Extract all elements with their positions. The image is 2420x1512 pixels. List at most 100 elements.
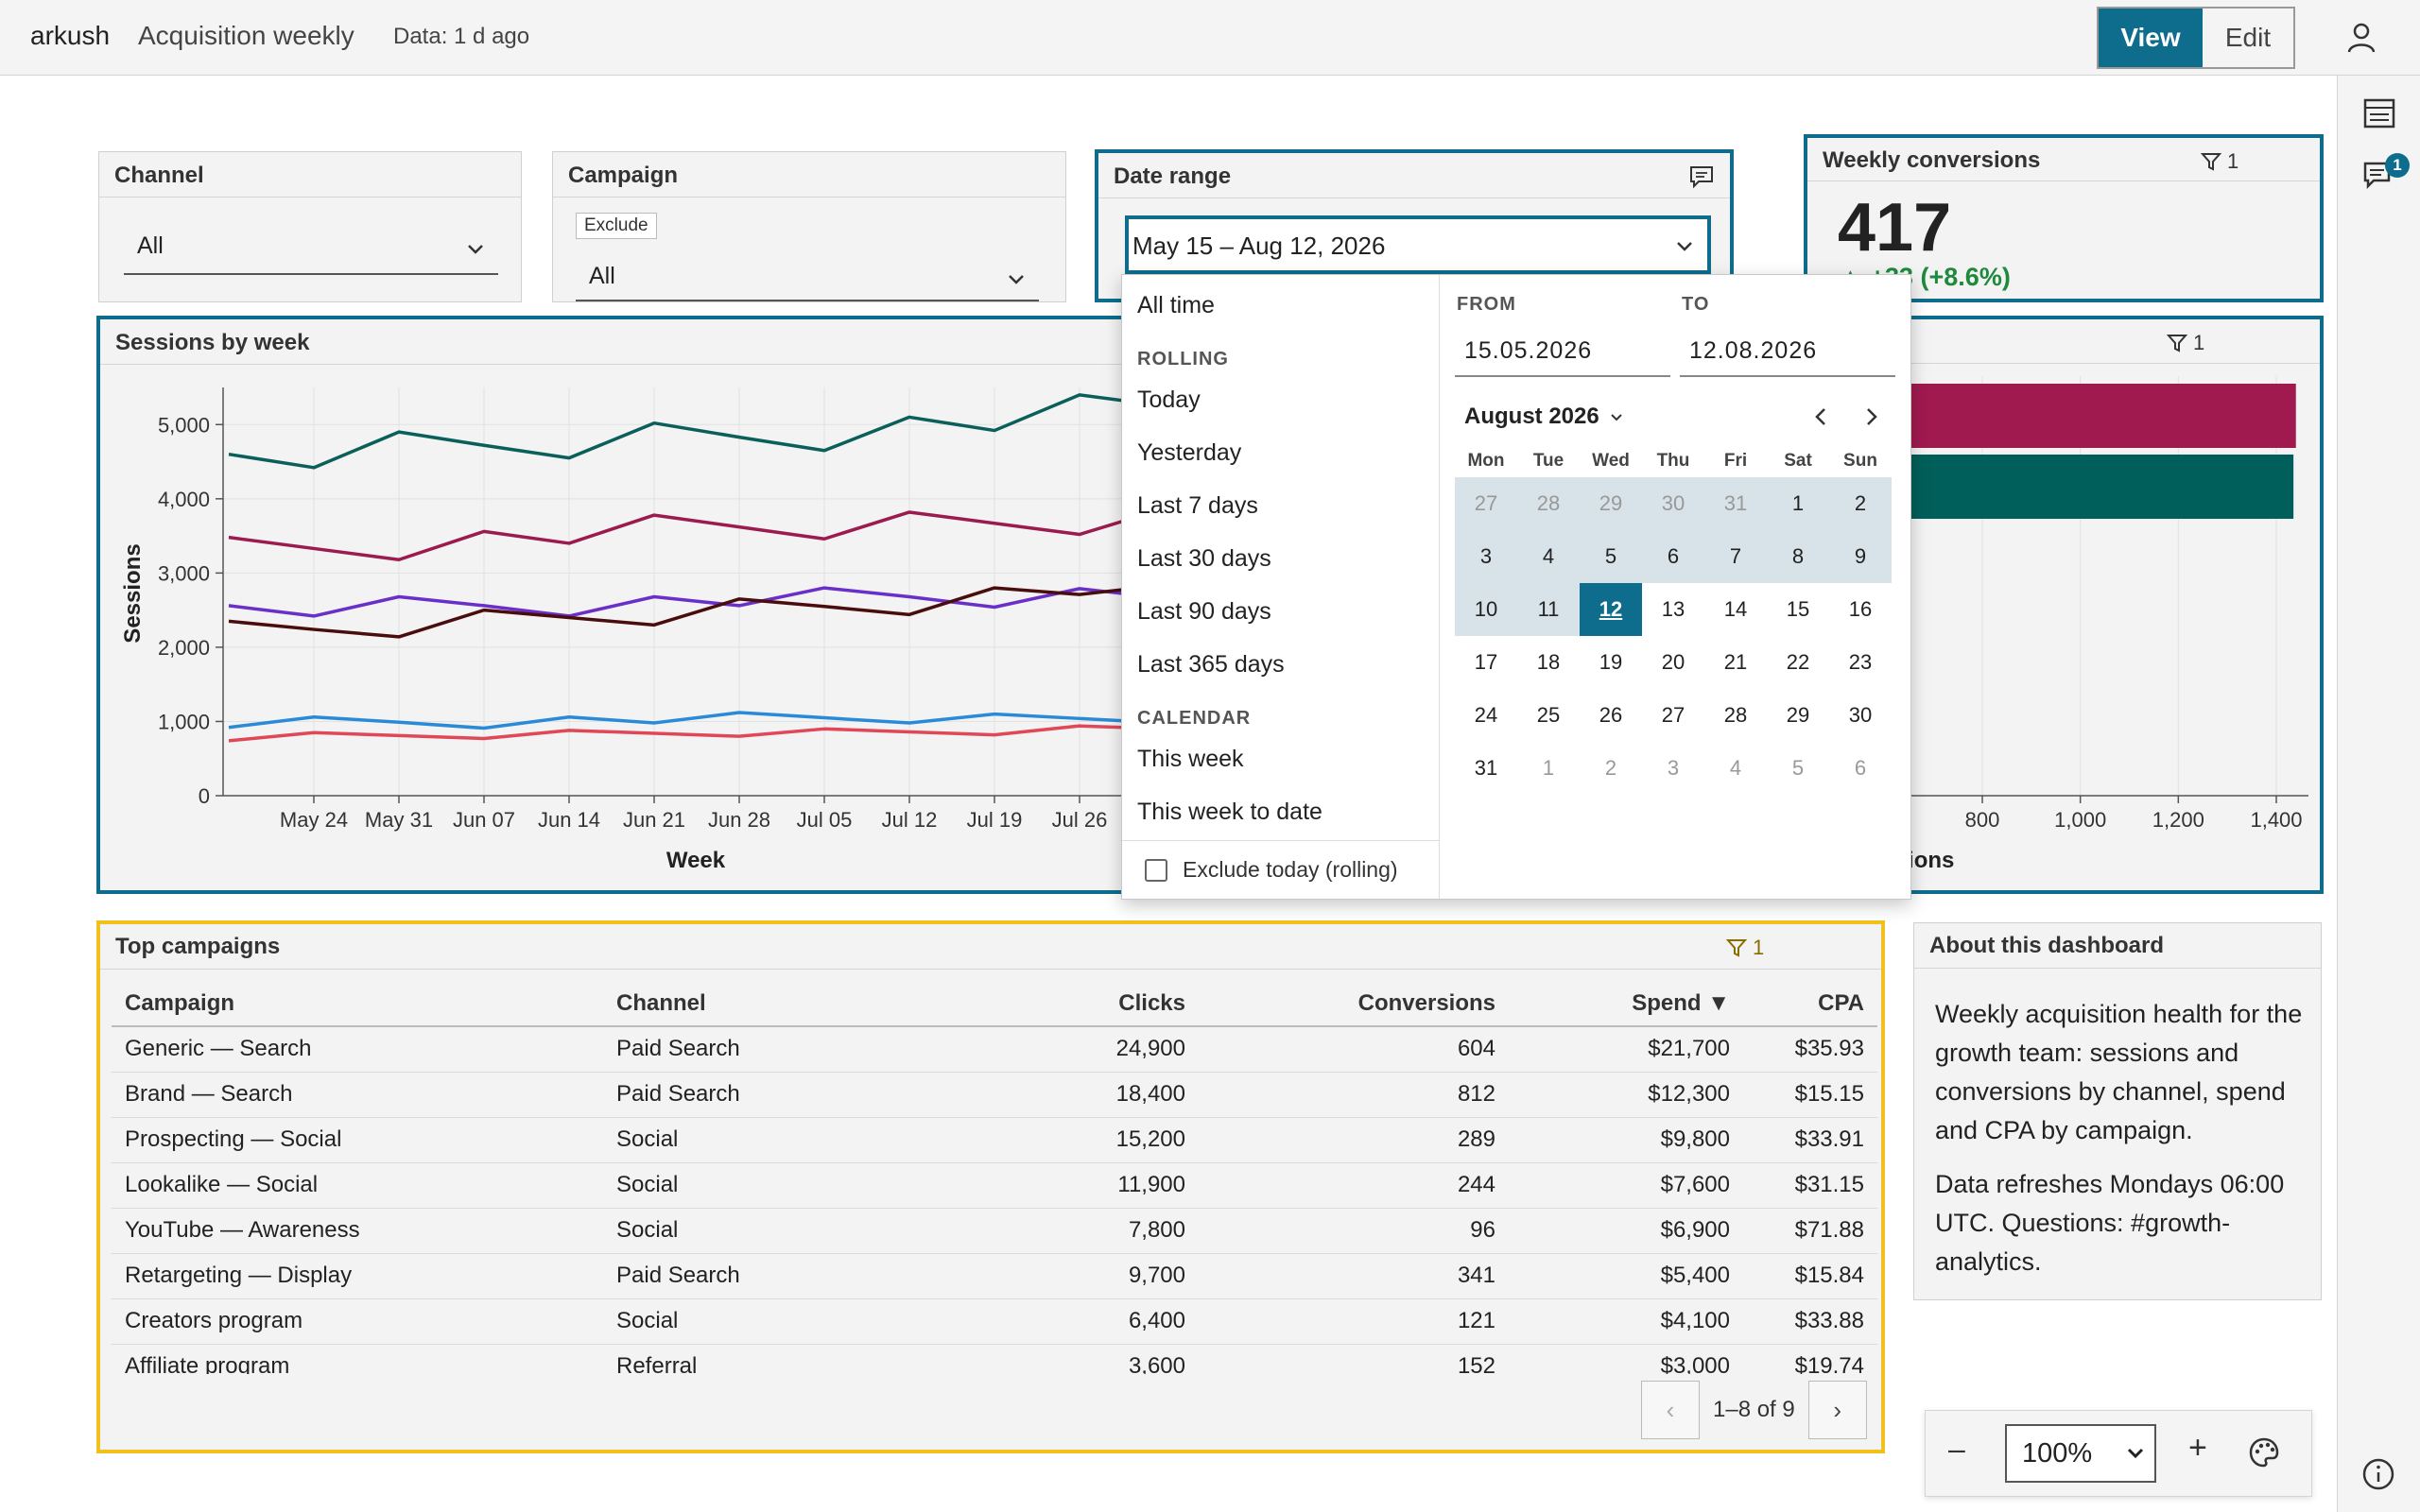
calendar-day[interactable]: 2	[1580, 742, 1642, 795]
col-campaign[interactable]: Campaign	[112, 981, 603, 1027]
preset-all-time[interactable]: All time	[1137, 292, 1215, 319]
preset-this-week[interactable]: This week	[1137, 746, 1244, 773]
zoom-out-button[interactable]: –	[1948, 1432, 1965, 1467]
campaign-select[interactable]: All	[576, 247, 1039, 301]
calendar-day[interactable]: 17	[1455, 636, 1517, 689]
calendar-day[interactable]: 28	[1517, 477, 1580, 530]
exclude-today-checkbox[interactable]	[1145, 859, 1167, 882]
to-date-input[interactable]: 12.08.2026	[1680, 324, 1895, 377]
from-label: FROM	[1457, 294, 1516, 315]
calendar-day[interactable]: 31	[1455, 742, 1517, 795]
calendar-day[interactable]: 29	[1767, 689, 1829, 742]
cell-campaign: Generic — Search	[112, 1026, 603, 1073]
calendar-day[interactable]: 26	[1580, 689, 1642, 742]
calendar-day[interactable]: 15	[1767, 583, 1829, 636]
preset-yesterday[interactable]: Yesterday	[1137, 439, 1241, 467]
calendar-day[interactable]: 22	[1767, 636, 1829, 689]
calendar-day[interactable]: 1	[1517, 742, 1580, 795]
calendar-day[interactable]: 29	[1580, 477, 1642, 530]
calendar-day[interactable]: 11	[1517, 583, 1580, 636]
table-row[interactable]: Affiliate program Referral 3,600 152 $3,000 $…	[112, 1344, 1877, 1374]
table-row[interactable]: Generic — Search Paid Search 24,900 604 $21,…	[112, 1026, 1877, 1073]
calendar-day[interactable]: 18	[1517, 636, 1580, 689]
zoom-select[interactable]: 100%	[2005, 1424, 2156, 1483]
view-button[interactable]: View	[2099, 9, 2203, 67]
bar-filter-indicator[interactable]: 1	[2167, 331, 2204, 355]
date-range-select[interactable]: May 15 – Aug 12, 2026	[1125, 215, 1711, 274]
previous-month-icon[interactable]	[1810, 405, 1833, 428]
col-cpa[interactable]: CPA	[1743, 981, 1877, 1027]
table-row[interactable]: Retargeting — Display Paid Search 9,700 341…	[112, 1253, 1877, 1299]
calendar-day[interactable]: 7	[1704, 530, 1767, 583]
calendar-day[interactable]: 24	[1455, 689, 1517, 742]
channel-select[interactable]: All	[124, 220, 498, 275]
channel-filter-title: Channel	[114, 163, 204, 188]
preset-last-7-days[interactable]: Last 7 days	[1137, 492, 1258, 520]
next-month-icon[interactable]	[1859, 405, 1882, 428]
prev-page-button[interactable]: ‹	[1641, 1381, 1700, 1439]
calendar-day[interactable]: 14	[1704, 583, 1767, 636]
calendar-day[interactable]: 6	[1829, 742, 1892, 795]
calendar-day[interactable]: 5	[1767, 742, 1829, 795]
calendar-day[interactable]: 27	[1642, 689, 1704, 742]
user-icon[interactable]	[2342, 19, 2380, 57]
palette-icon[interactable]	[2247, 1435, 2281, 1469]
calendar-day[interactable]: 3	[1455, 530, 1517, 583]
info-icon[interactable]	[2360, 1455, 2397, 1493]
preset-this-week-to-date[interactable]: This week to date	[1137, 799, 1322, 826]
calendar-day[interactable]: 31	[1704, 477, 1767, 530]
calendar-day[interactable]: 30	[1829, 689, 1892, 742]
calendar-day[interactable]: 19	[1580, 636, 1642, 689]
table-row[interactable]: YouTube — Awareness Social 7,800 96 $6,900 $7…	[112, 1208, 1877, 1254]
calendar-day[interactable]: 2	[1829, 477, 1892, 530]
calendar-day[interactable]: 23	[1829, 636, 1892, 689]
calendar-day[interactable]: 10	[1455, 583, 1517, 636]
calendar-day-selected[interactable]: 12	[1580, 583, 1642, 636]
calendar-day[interactable]: 16	[1829, 583, 1892, 636]
edit-button[interactable]: Edit	[2203, 9, 2293, 67]
preset-last-90-days[interactable]: Last 90 days	[1137, 598, 1271, 626]
table-row[interactable]: Lookalike — Social Social 11,900 244 $7,600 $…	[112, 1162, 1877, 1209]
month-selector[interactable]: August 2026	[1464, 404, 1624, 430]
col-conversions[interactable]: Conversions	[1199, 981, 1509, 1027]
cell-conversions: 341	[1199, 1253, 1509, 1299]
comment-icon[interactable]	[1688, 164, 1715, 189]
weekday-label: Tue	[1532, 451, 1564, 471]
brand-name[interactable]: arkush	[30, 21, 110, 51]
table-row[interactable]: Creators program Social 6,400 121 $4,100 $33.…	[112, 1298, 1877, 1345]
preset-last-365-days[interactable]: Last 365 days	[1137, 651, 1285, 679]
calendar-day[interactable]: 25	[1517, 689, 1580, 742]
table-row[interactable]: Brand — Search Paid Search 18,400 812 $12,30…	[112, 1072, 1877, 1118]
exclude-toggle[interactable]: Exclude	[576, 213, 657, 239]
calendar-day[interactable]: 30	[1642, 477, 1704, 530]
calendar-day[interactable]: 28	[1704, 689, 1767, 742]
calendar-day[interactable]: 1	[1767, 477, 1829, 530]
col-channel[interactable]: Channel	[603, 981, 953, 1027]
calendar-day[interactable]: 4	[1704, 742, 1767, 795]
about-body: Weekly acquisition health for the growth…	[1935, 995, 2313, 1297]
calendar-day[interactable]: 20	[1642, 636, 1704, 689]
preset-today[interactable]: Today	[1137, 387, 1201, 414]
kpi-title: Weekly conversions	[1823, 147, 2041, 173]
zoom-in-button[interactable]: +	[2188, 1430, 2207, 1467]
calendar-day[interactable]: 27	[1455, 477, 1517, 530]
calendar-day[interactable]: 3	[1642, 742, 1704, 795]
calendar-day[interactable]: 5	[1580, 530, 1642, 583]
next-page-button[interactable]: ›	[1807, 1381, 1867, 1439]
cell-spend: $4,100	[1509, 1298, 1743, 1345]
exclude-today-label: Exclude today (rolling)	[1183, 857, 1398, 882]
preset-last-30-days[interactable]: Last 30 days	[1137, 545, 1271, 573]
chevron-down-icon	[1677, 242, 1692, 251]
table-row[interactable]: Prospecting — Social Social 15,200 289 $9,80…	[112, 1117, 1877, 1163]
calendar-day[interactable]: 6	[1642, 530, 1704, 583]
calendar-day[interactable]: 4	[1517, 530, 1580, 583]
kpi-filter-indicator[interactable]: 1	[2201, 149, 2238, 174]
col-spend[interactable]: Spend ▼	[1509, 981, 1743, 1027]
calendar-day[interactable]: 8	[1767, 530, 1829, 583]
calendar-day[interactable]: 13	[1642, 583, 1704, 636]
col-clicks[interactable]: Clicks	[953, 981, 1199, 1027]
from-date-input[interactable]: 15.05.2026	[1455, 324, 1670, 377]
calendar-day[interactable]: 21	[1704, 636, 1767, 689]
table-icon[interactable]	[2360, 94, 2398, 132]
calendar-day[interactable]: 9	[1829, 530, 1892, 583]
